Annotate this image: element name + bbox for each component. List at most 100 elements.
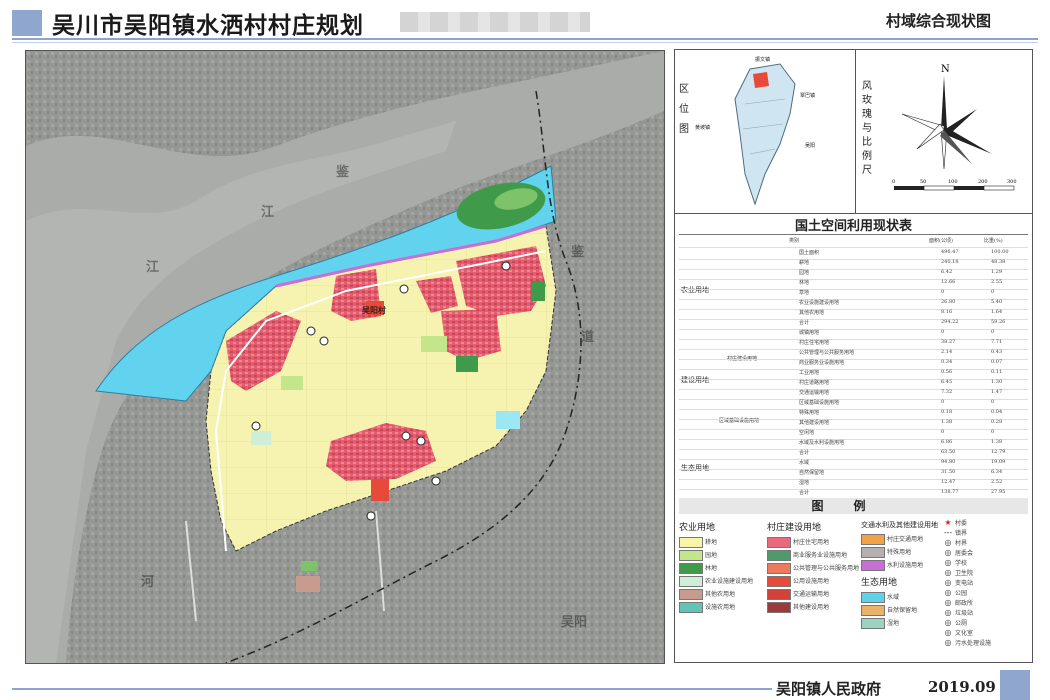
table-cell: 6.34 [991, 469, 1003, 475]
legend-label: 邮政所 [955, 600, 974, 607]
scale-tick: 100 [948, 179, 958, 185]
footer-date: 2019.09 [928, 678, 996, 696]
facility-marker [501, 261, 511, 271]
legend-items: 耕地 园地 林地 农业设施建设用地 其他农用地 设施农用地 [679, 535, 753, 613]
table-cell: 水域及水利设施用地 [799, 440, 845, 446]
table-cell: 12.79 [991, 449, 1006, 455]
table-cell: 6.45 [941, 379, 953, 385]
legend-label: 卫生院 [955, 570, 974, 577]
legend-swatch [861, 547, 885, 558]
legend-item: 公用设施用地 [767, 574, 829, 587]
table-cell: 100.00 [991, 249, 1009, 255]
village-name-label: 吴阳村 [362, 305, 386, 315]
facility-marker [399, 284, 409, 294]
village-map[interactable]: 鉴 江 江 鉴 道 河 吴阳村 吴阳 [25, 50, 665, 664]
table-header: 类别 [789, 238, 800, 244]
location-map: 振文镇 覃巴镇 黄坡镇 吴阳 [695, 54, 851, 209]
legend-title: 图例 [679, 498, 1028, 514]
scale-tick: 50 [920, 179, 926, 185]
legend-label: 公园 [955, 590, 968, 597]
table-cell: 合计 [799, 490, 810, 496]
facility-marker [251, 421, 261, 431]
location-map-label: 区位图 [679, 84, 689, 135]
table-header: 比重(%) [984, 238, 1003, 244]
table-cell: 特殊用地 [799, 410, 820, 416]
legend-item: 水域 [861, 590, 941, 603]
table-cell: 耕地 [799, 260, 810, 266]
table-cell: 0 [991, 399, 995, 405]
map-label: 道 [581, 330, 595, 345]
table-cell: 农业设施建设用地 [799, 300, 840, 306]
table-cell: 12.66 [941, 279, 956, 285]
land-use-table: 类别 面积(公顷) 比重(%) 农业用地 建设用地 村庄建设用地 区域基础设施用… [679, 234, 1028, 500]
aqua-plot-2 [251, 431, 271, 445]
scale-tick: 300 [1007, 179, 1017, 185]
table-cell: 0.07 [991, 359, 1003, 365]
facility-marker [366, 511, 376, 521]
legend-label: 村委 [955, 520, 968, 527]
legend-item: 特殊用地 [861, 545, 941, 558]
table-cell: 0 [941, 399, 945, 405]
wind-rose-label: 风玫瑰与比例尺 [862, 81, 872, 176]
legend-symbol-icon: ◎ [944, 538, 952, 547]
table-cell: 交通运输用地 [799, 390, 830, 396]
place-label: 黄坡镇 [695, 125, 711, 131]
scale-bar-black [954, 186, 984, 190]
legend-label: 文化室 [955, 630, 974, 637]
legend-label: 公厕 [955, 620, 968, 627]
legend-item: 园地 [679, 548, 717, 561]
map-label: 吴阳 [561, 615, 588, 630]
facility-marker [306, 326, 316, 336]
legend-item: 交通运输用地 [767, 587, 829, 600]
table-cell: 0 [941, 289, 945, 295]
table-cell: 12.47 [941, 479, 956, 485]
legend-symbol-icon: ★ [944, 518, 952, 527]
table-cell: 38.27 [941, 339, 956, 345]
legend-symbol-icon: ◎ [944, 598, 952, 607]
legend-item: 林地 [679, 561, 717, 574]
scale-bar-black [894, 186, 924, 190]
table-cell: 草地 [799, 290, 810, 296]
location-map-box: 区位图 振文镇 覃巴镇 黄坡镇 吴阳 [675, 50, 856, 214]
table-cell: 0.04 [991, 409, 1003, 415]
table-cell: 合计 [799, 450, 810, 456]
table-cell: 0.11 [991, 369, 1003, 375]
table-cell: 其他农用地 [799, 310, 825, 316]
legend-label: 学校 [955, 560, 968, 567]
scale-bar-white [923, 185, 955, 191]
wind-rose: N 0 50 100 200 300 [892, 64, 1017, 191]
legend-swatch [861, 605, 885, 616]
legend-swatch [679, 563, 703, 574]
legend-item: 公共管理与公共服务用地 [767, 561, 859, 574]
footer-org: 吴阳镇人民政府 [776, 680, 882, 698]
redacted-text [400, 12, 590, 32]
map-label: 江 [146, 260, 160, 275]
table-cell: 0.28 [991, 419, 1003, 425]
table-cell: 湿地 [799, 480, 810, 486]
table-cell: 0 [991, 429, 995, 435]
table-cell: 其他建设用地 [799, 420, 830, 426]
map-label: 河 [141, 575, 155, 590]
orchard-plot [296, 576, 320, 592]
legend-swatch [767, 602, 791, 613]
table-cell: 63.50 [941, 449, 956, 455]
table-cell: 8.16 [941, 309, 953, 315]
table-cell: 村庄住宅用地 [799, 340, 830, 346]
place-label: 振文镇 [755, 57, 771, 63]
table-cell: 工业用地 [799, 370, 820, 376]
table-cell: 城镇用地 [799, 330, 820, 336]
table-cell: 合计 [799, 320, 810, 326]
table-cell: 国土面积 [799, 250, 820, 256]
scale-tick: 0 [892, 179, 895, 185]
table-header: 面积(公顷) [929, 238, 953, 244]
legend-label: 村庄住宅用地 [793, 539, 830, 546]
legend-heading: 农业用地 [679, 523, 716, 533]
facility-marker [319, 336, 329, 346]
legend-swatch [861, 592, 885, 603]
legend-heading: 生态用地 [861, 578, 898, 588]
legend-heading: 村庄建设用地 [767, 523, 822, 533]
map-canvas [26, 51, 664, 663]
legend-item: 村庄交通用地 [861, 532, 941, 545]
legend-item: 自然保留地 [861, 603, 941, 616]
table-cell: 31.50 [941, 469, 956, 475]
